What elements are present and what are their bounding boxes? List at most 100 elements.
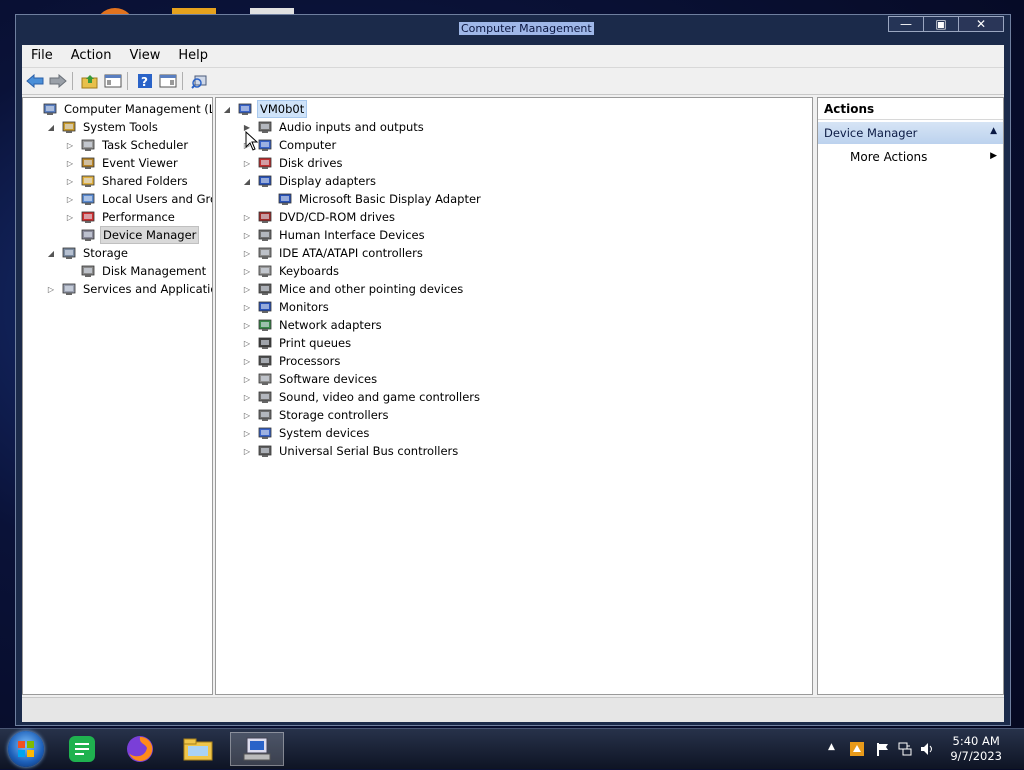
console-tree-item-2[interactable]: ▷ Task Scheduler xyxy=(65,136,190,154)
tree-expander-icon[interactable]: ▷ xyxy=(65,158,75,168)
taskbar-file-explorer[interactable] xyxy=(174,732,222,766)
tree-expander-icon[interactable]: ▷ xyxy=(46,284,56,294)
device-category-10[interactable]: ▷ Monitors xyxy=(242,298,331,316)
device-category-5[interactable]: ▷ DVD/CD-ROM drives xyxy=(242,208,397,226)
computer-icon xyxy=(238,103,252,115)
tree-expander-icon[interactable]: ▷ xyxy=(242,284,252,294)
device-category-16[interactable]: ▷ Storage controllers xyxy=(242,406,391,424)
system-tools-icon xyxy=(62,121,76,133)
console-tree-item-5[interactable]: ▷ Local Users and Groups xyxy=(65,190,212,208)
clock-time: 5:40 AM xyxy=(952,734,1000,748)
console-tree-item-6[interactable]: ▷ Performance xyxy=(65,208,177,226)
tree-expander-icon[interactable]: ▷ xyxy=(242,212,252,222)
console-tree-item-0[interactable]: Computer Management (Local) xyxy=(27,100,212,118)
network-icon[interactable] xyxy=(898,742,912,756)
taskbar-computer-management[interactable] xyxy=(230,732,284,766)
menu-bar: File Action View Help xyxy=(22,45,1004,67)
tree-expander-icon[interactable]: ▷ xyxy=(242,248,252,258)
device-category-13[interactable]: ▷ Processors xyxy=(242,352,342,370)
device-category-15[interactable]: ▷ Sound, video and game controllers xyxy=(242,388,482,406)
console-tree-item-9[interactable]: Disk Management xyxy=(65,262,208,280)
tree-expander-icon[interactable]: ▷ xyxy=(65,140,75,150)
device-category-0[interactable]: ▶ Audio inputs and outputs xyxy=(242,118,426,136)
tree-expander-icon[interactable]: ▷ xyxy=(242,266,252,276)
help-button[interactable]: ? xyxy=(135,71,155,91)
show-hide-action-pane-button[interactable] xyxy=(158,71,178,91)
scan-hardware-button[interactable] xyxy=(190,71,210,91)
forward-button[interactable] xyxy=(48,71,68,91)
console-tree-item-4[interactable]: ▷ Shared Folders xyxy=(65,172,190,190)
device-category-11[interactable]: ▷ Network adapters xyxy=(242,316,384,334)
tree-expander-icon[interactable]: ▷ xyxy=(242,410,252,420)
action-center-flag-icon[interactable] xyxy=(876,742,890,756)
device-tree-pane[interactable]: ◢ VM0b0t▶ Audio inputs and outputs ▷ Comp… xyxy=(215,97,813,695)
tree-expander-icon[interactable]: ▷ xyxy=(65,176,75,186)
volume-icon[interactable] xyxy=(920,742,934,756)
device-category-9[interactable]: ▷ Mice and other pointing devices xyxy=(242,280,465,298)
tree-expander-icon[interactable]: ▷ xyxy=(65,194,75,204)
menu-action[interactable]: Action xyxy=(62,45,121,67)
sound-controller-icon xyxy=(258,391,272,403)
device-tree-root[interactable]: ◢ VM0b0t xyxy=(222,100,308,118)
device-category-14[interactable]: ▷ Software devices xyxy=(242,370,379,388)
device-category-6[interactable]: ▷ Human Interface Devices xyxy=(242,226,427,244)
tree-expander-icon[interactable]: ▷ xyxy=(242,374,252,384)
console-tree-item-3[interactable]: ▷ Event Viewer xyxy=(65,154,180,172)
title-bar[interactable]: Computer Management — ▣ ✕ xyxy=(16,15,1010,45)
actions-section-device-manager[interactable]: Device Manager ▲ xyxy=(818,122,1003,144)
device-category-17[interactable]: ▷ System devices xyxy=(242,424,371,442)
tree-expander-icon[interactable]: ▷ xyxy=(242,158,252,168)
windows-logo-icon xyxy=(18,741,34,757)
show-hide-console-tree-button[interactable] xyxy=(103,71,123,91)
tree-item-label: Disk Management xyxy=(102,264,207,278)
device-category-2[interactable]: ▷ Disk drives xyxy=(242,154,344,172)
tree-expander-icon[interactable]: ▷ xyxy=(242,230,252,240)
tree-expander-icon[interactable]: ▷ xyxy=(242,302,252,312)
console-tree-pane[interactable]: Computer Management (Local) ◢ System Tool… xyxy=(22,97,213,695)
more-actions-item[interactable]: More Actions ▶ xyxy=(818,148,1003,168)
collapse-icon[interactable]: ▲ xyxy=(990,126,997,136)
menu-view[interactable]: View xyxy=(120,45,169,67)
notes-icon xyxy=(69,736,95,762)
minimize-button[interactable]: — xyxy=(888,16,924,32)
tree-expander-icon[interactable]: ◢ xyxy=(46,248,56,258)
taskbar-notes-app[interactable] xyxy=(58,732,106,766)
taskbar-firefox[interactable] xyxy=(116,732,164,766)
tree-expander-icon[interactable]: ▷ xyxy=(242,446,252,456)
back-button[interactable] xyxy=(25,71,45,91)
tree-expander-icon[interactable]: ▷ xyxy=(242,428,252,438)
tray-app-icon[interactable] xyxy=(850,742,864,756)
device-category-4[interactable]: Microsoft Basic Display Adapter xyxy=(262,190,483,208)
status-bar xyxy=(22,697,1004,722)
device-category-7[interactable]: ▷ IDE ATA/ATAPI controllers xyxy=(242,244,425,262)
start-button[interactable] xyxy=(8,731,44,767)
tree-expander-icon[interactable]: ▷ xyxy=(242,392,252,402)
window-title: Computer Management xyxy=(459,22,594,35)
menu-help[interactable]: Help xyxy=(169,45,217,67)
device-category-3[interactable]: ◢ Display adapters xyxy=(242,172,378,190)
console-tree-item-1[interactable]: ◢ System Tools xyxy=(46,118,160,136)
console-tree-item-10[interactable]: ▷ Services and Applications xyxy=(46,280,212,298)
menu-file[interactable]: File xyxy=(22,45,62,67)
shared-folders-icon xyxy=(81,175,95,187)
toolbar: ? xyxy=(22,67,1004,95)
tree-expander-icon[interactable]: ▷ xyxy=(242,320,252,330)
tree-expander-icon[interactable]: ◢ xyxy=(222,104,232,114)
device-category-8[interactable]: ▷ Keyboards xyxy=(242,262,341,280)
tree-expander-icon[interactable]: ▷ xyxy=(242,338,252,348)
device-category-18[interactable]: ▷ Universal Serial Bus controllers xyxy=(242,442,460,460)
console-tree-item-7[interactable]: Device Manager xyxy=(65,226,200,244)
tree-expander-icon[interactable]: ▷ xyxy=(242,356,252,366)
tree-item-label: System devices xyxy=(279,426,370,440)
tree-item-label: Print queues xyxy=(279,336,352,350)
up-one-level-button[interactable] xyxy=(80,71,100,91)
device-category-12[interactable]: ▷ Print queues xyxy=(242,334,353,352)
tree-expander-icon[interactable]: ◢ xyxy=(46,122,56,132)
tree-expander-icon[interactable]: ▷ xyxy=(65,212,75,222)
maximize-button[interactable]: ▣ xyxy=(923,16,959,32)
close-button[interactable]: ✕ xyxy=(958,16,1004,32)
console-tree-item-8[interactable]: ◢ Storage xyxy=(46,244,130,262)
clock[interactable]: 5:40 AM 9/7/2023 xyxy=(950,734,1002,764)
tree-expander-icon[interactable]: ◢ xyxy=(242,176,252,186)
show-hidden-icons-icon[interactable]: ▲ xyxy=(828,742,842,756)
